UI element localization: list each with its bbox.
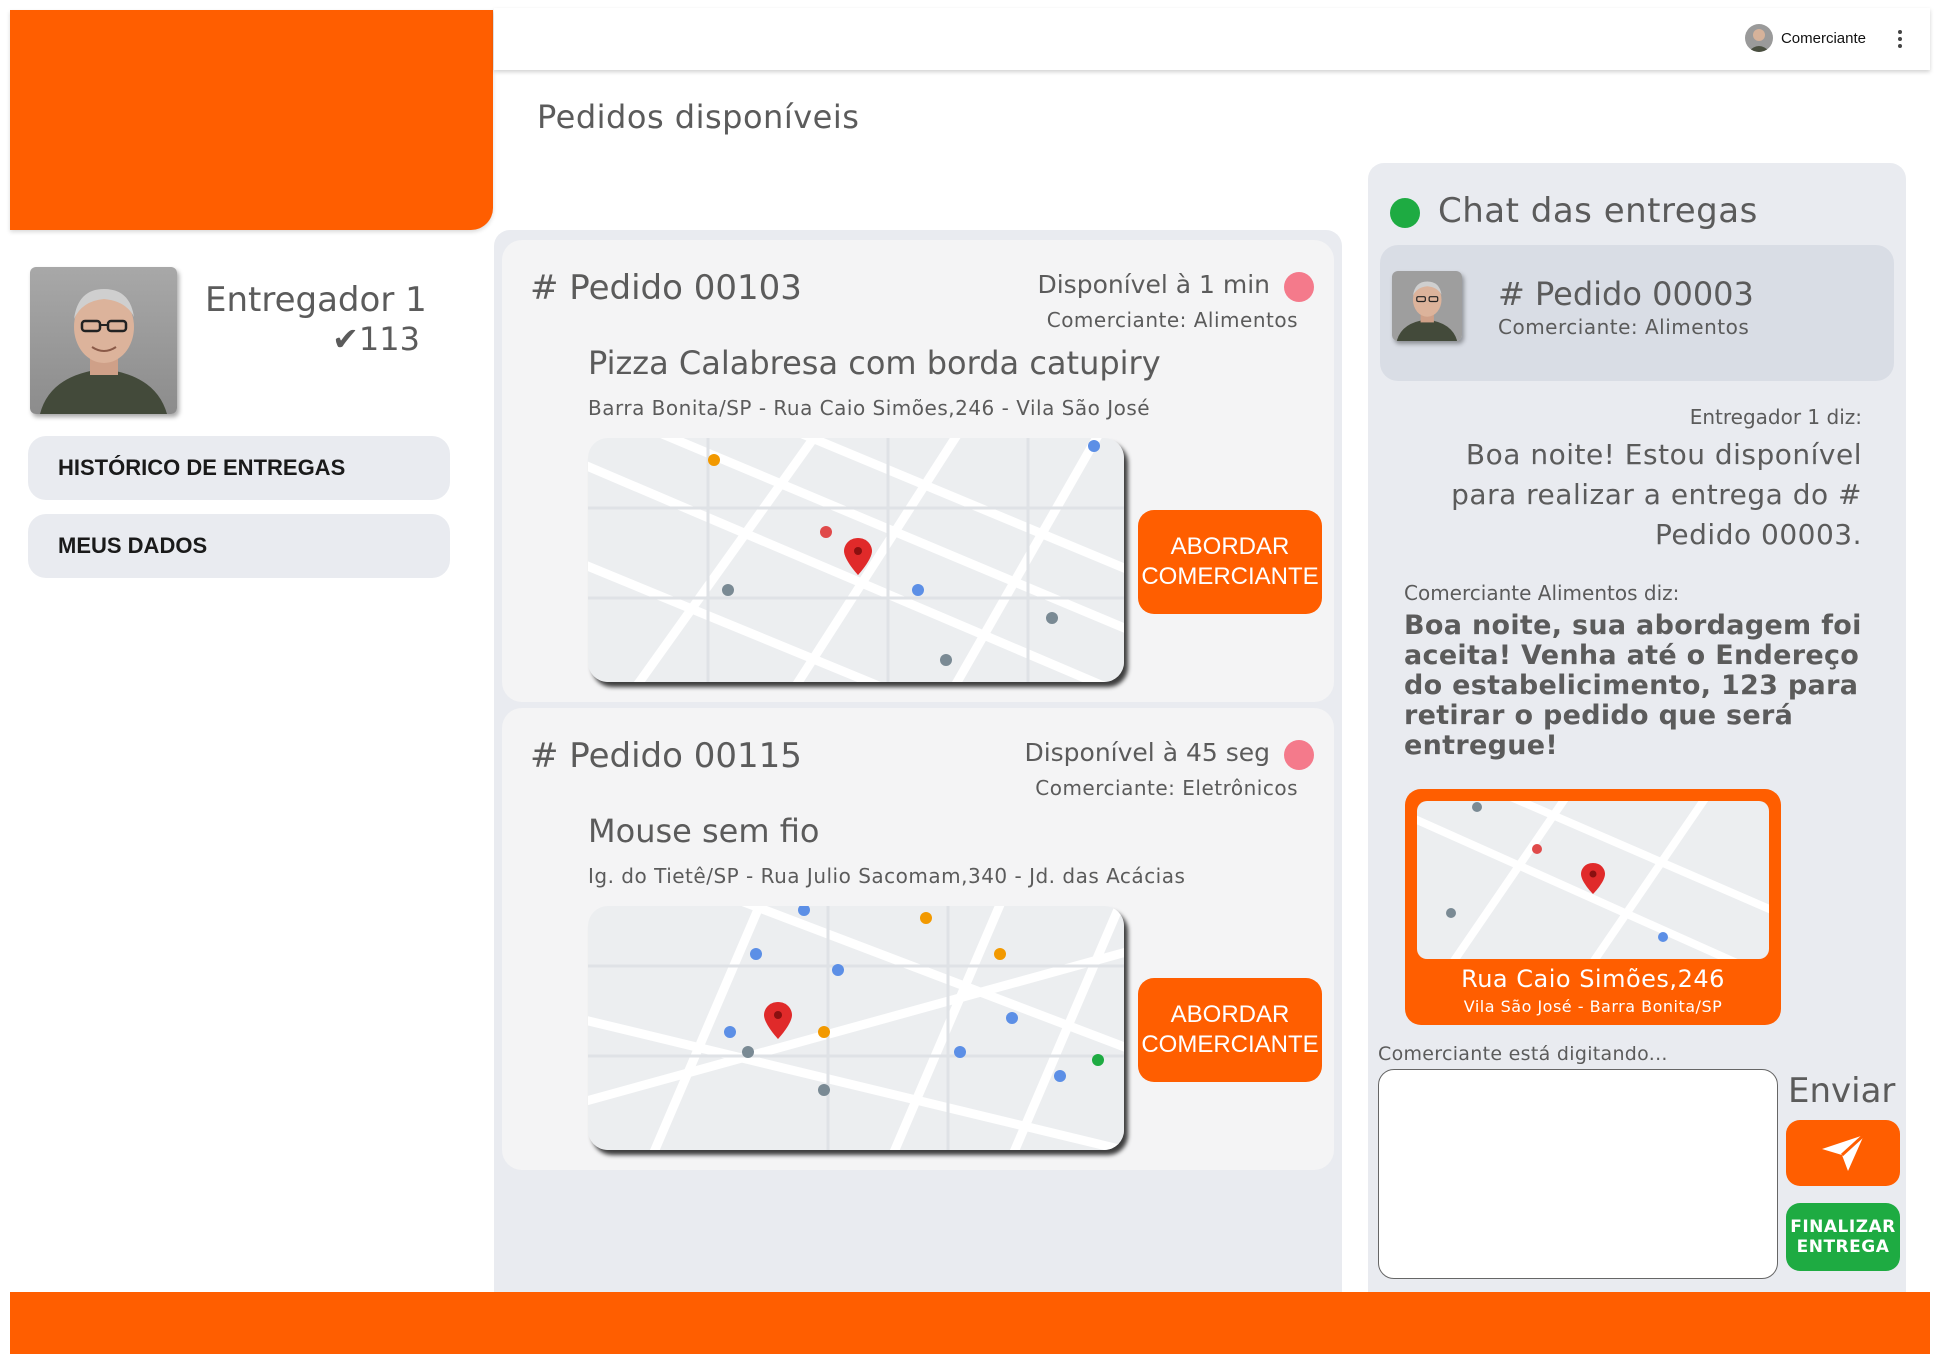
chat-avatar [1392,271,1462,341]
user-name: Comerciante [1780,29,1866,47]
status-dot [1284,272,1314,302]
location-street: Rua Caio Simões,246 [1461,965,1725,993]
chat-order-id: # Pedido 00003 [1498,275,1754,313]
location-map[interactable] [1417,801,1769,959]
delivery-count: ✔113 [332,320,420,358]
message-author: Entregador 1 diz: [1689,405,1862,429]
send-button[interactable] [1786,1120,1900,1186]
order-product: Pizza Calabresa com borda catupiry [588,344,1161,382]
chat-merchant: Comerciante: Alimentos [1498,315,1750,339]
finish-delivery-button[interactable]: FINALIZAR ENTREGA [1786,1203,1900,1271]
chat-panel: Chat das entregas # Pedido 00003 Comerci… [1368,163,1906,1292]
message-author: Comerciante Alimentos diz: [1404,581,1680,605]
order-address: Ig. do Tietê/SP - Rua Julio Sacomam,340 … [588,864,1186,888]
page-title: Pedidos disponíveis [537,98,860,136]
orders-panel: # Pedido 00103 Disponível à 1 min Comerc… [494,230,1342,1292]
order-address: Barra Bonita/SP - Rua Caio Simões,246 - … [588,396,1151,420]
approach-merchant-button[interactable]: ABORDAR COMERCIANTE [1138,978,1322,1082]
profile-avatar [30,267,177,414]
message-input[interactable] [1378,1069,1778,1279]
message-text: Boa noite! Estou disponível para realiza… [1451,438,1862,551]
chat-header: # Pedido 00003 Comerciante: Alimentos [1380,245,1894,381]
profile-name: Entregador 1 [205,280,427,320]
message-text: Boa noite, sua abordagem foi aceita! Ven… [1404,610,1862,761]
user-menu[interactable]: Comerciante [1744,24,1866,52]
history-button[interactable]: HISTÓRICO DE ENTREGAS [28,436,450,500]
order-availability: Disponível à 45 seg [1024,738,1270,767]
order-map[interactable] [588,438,1124,682]
order-card: # Pedido 00103 Disponível à 1 min Comerc… [502,240,1334,702]
order-card: # Pedido 00115 Disponível à 45 seg Comer… [502,708,1334,1170]
order-merchant: Comerciante: Eletrônicos [1035,776,1298,800]
location-city: Vila São José - Barra Bonita/SP [1463,997,1723,1016]
location-card[interactable]: Rua Caio Simões,246 Vila São José - Barr… [1405,789,1781,1025]
order-availability: Disponível à 1 min [1037,270,1270,299]
kebab-menu-icon[interactable] [1890,26,1910,52]
my-data-button[interactable]: MEUS DADOS [28,514,450,578]
app-root: Comerciante Pedidos disponíveis Entregad… [0,0,1940,1355]
order-map[interactable] [588,906,1124,1150]
status-dot [1284,740,1314,770]
top-bar: Comerciante [494,8,1930,70]
order-product: Mouse sem fio [588,812,820,850]
online-status-dot [1390,198,1420,228]
user-avatar [1744,24,1773,52]
order-id: # Pedido 00115 [530,736,802,776]
send-label: Enviar [1788,1071,1896,1111]
approach-merchant-button[interactable]: ABORDAR COMERCIANTE [1138,510,1322,614]
footer-bar [10,1292,1930,1354]
order-merchant: Comerciante: Alimentos [1046,308,1298,332]
typing-indicator: Comerciante está digitando... [1378,1043,1668,1065]
chat-title: Chat das entregas [1438,191,1758,231]
order-id: # Pedido 00103 [530,268,802,308]
brand-header-block [10,10,493,230]
send-icon [1822,1133,1866,1171]
